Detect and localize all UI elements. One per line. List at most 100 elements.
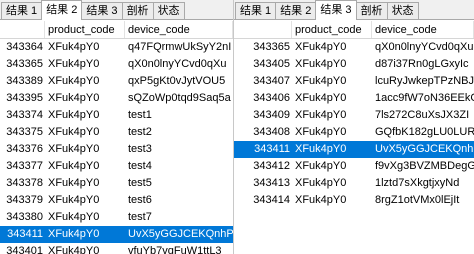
- table-row[interactable]: 343401 XFuk4pY0 vfuYb7vqFuW1ttL3: [0, 243, 233, 254]
- device-code-cell[interactable]: q47FQrmwUkSyY2nI: [125, 39, 233, 56]
- column-header-product-code[interactable]: product_code: [45, 21, 125, 38]
- product-code-cell[interactable]: XFuk4pY0: [292, 141, 372, 158]
- row-id-cell[interactable]: 343409: [234, 107, 292, 124]
- table-row[interactable]: 343409 XFuk4pY0 7ls272C8uXsJX3ZI: [234, 107, 474, 124]
- row-id-cell[interactable]: 343411: [234, 141, 292, 158]
- table-row[interactable]: 343376 XFuk4pY0 test3: [0, 141, 233, 158]
- device-code-cell[interactable]: test1: [125, 107, 233, 124]
- row-id-cell[interactable]: 343408: [234, 124, 292, 141]
- tab-result-3[interactable]: 剖析: [355, 2, 388, 19]
- table-row[interactable]: 343406 XFuk4pY0 1acc9fW7oN36EEkG: [234, 90, 474, 107]
- device-code-cell[interactable]: lcuRyJwkepTPzNBJ: [372, 73, 474, 90]
- device-code-cell[interactable]: test5: [125, 175, 233, 192]
- product-code-cell[interactable]: XFuk4pY0: [292, 90, 372, 107]
- tab-result-1[interactable]: 结果 2: [41, 0, 83, 20]
- product-code-cell[interactable]: XFuk4pY0: [45, 73, 125, 90]
- row-id-cell[interactable]: 343376: [0, 141, 45, 158]
- tab-result-2[interactable]: 结果 3: [81, 2, 123, 19]
- product-code-cell[interactable]: XFuk4pY0: [45, 39, 125, 56]
- row-id-cell[interactable]: 343411: [0, 226, 45, 243]
- device-code-cell[interactable]: qxP5gKt0vJytVOU5: [125, 73, 233, 90]
- device-code-cell[interactable]: 8rgZ1otVMx0lEjIt: [372, 192, 474, 209]
- table-row[interactable]: 343411XFuk4pY0UvX5yGGJCEKQnhPq: [234, 141, 474, 158]
- device-code-cell[interactable]: d87i37Rn0gLGxyIc: [372, 56, 474, 73]
- column-header-device-code[interactable]: device_code: [372, 21, 474, 38]
- table-row[interactable]: 343364 XFuk4pY0 q47FQrmwUkSyY2nI: [0, 39, 233, 56]
- product-code-cell[interactable]: XFuk4pY0: [45, 192, 125, 209]
- row-id-cell[interactable]: 343407: [234, 73, 292, 90]
- device-code-cell[interactable]: test6: [125, 192, 233, 209]
- column-header-row-id[interactable]: [0, 21, 45, 38]
- product-code-cell[interactable]: XFuk4pY0: [45, 243, 125, 254]
- table-row[interactable]: 343412 XFuk4pY0 f9vXg3BVZMBDegGX: [234, 158, 474, 175]
- product-code-cell[interactable]: XFuk4pY0: [292, 73, 372, 90]
- device-code-cell[interactable]: 1acc9fW7oN36EEkG: [372, 90, 474, 107]
- product-code-cell[interactable]: XFuk4pY0: [292, 124, 372, 141]
- device-code-cell[interactable]: test2: [125, 124, 233, 141]
- device-code-cell[interactable]: sQZoWp0tqd9Saq5a: [125, 90, 233, 107]
- row-id-cell[interactable]: 343405: [234, 56, 292, 73]
- row-id-cell[interactable]: 343378: [0, 175, 45, 192]
- product-code-cell[interactable]: XFuk4pY0: [45, 90, 125, 107]
- row-id-cell[interactable]: 343375: [0, 124, 45, 141]
- row-id-cell[interactable]: 343365: [234, 39, 292, 56]
- table-row[interactable]: 343380 XFuk4pY0 test7: [0, 209, 233, 226]
- tab-result-1[interactable]: 结果 2: [275, 2, 317, 19]
- device-code-cell[interactable]: qX0n0lnyYCvd0qXu: [372, 39, 474, 56]
- device-code-cell[interactable]: test7: [125, 209, 233, 226]
- product-code-cell[interactable]: XFuk4pY0: [292, 107, 372, 124]
- product-code-cell[interactable]: XFuk4pY0: [45, 124, 125, 141]
- table-row[interactable]: 343377 XFuk4pY0 test4: [0, 158, 233, 175]
- row-id-cell[interactable]: 343364: [0, 39, 45, 56]
- table-row[interactable]: 343405 XFuk4pY0 d87i37Rn0gLGxyIc: [234, 56, 474, 73]
- tab-result-2[interactable]: 结果 3: [315, 0, 357, 20]
- product-code-cell[interactable]: XFuk4pY0: [45, 141, 125, 158]
- row-id-cell[interactable]: 343414: [234, 192, 292, 209]
- device-code-cell[interactable]: UvX5yGGJCEKQnhPq: [125, 226, 233, 243]
- product-code-cell[interactable]: XFuk4pY0: [292, 158, 372, 175]
- row-id-cell[interactable]: 343380: [0, 209, 45, 226]
- product-code-cell[interactable]: XFuk4pY0: [292, 175, 372, 192]
- tab-result-0[interactable]: 结果 1: [1, 2, 43, 19]
- device-code-cell[interactable]: vfuYb7vqFuW1ttL3: [125, 243, 233, 254]
- row-id-cell[interactable]: 343389: [0, 73, 45, 90]
- product-code-cell[interactable]: XFuk4pY0: [45, 158, 125, 175]
- product-code-cell[interactable]: XFuk4pY0: [292, 56, 372, 73]
- table-row[interactable]: 343365 XFuk4pY0 qX0n0lnyYCvd0qXu: [234, 39, 474, 56]
- row-id-cell[interactable]: 343413: [234, 175, 292, 192]
- column-header-product-code[interactable]: product_code: [292, 21, 372, 38]
- row-id-cell[interactable]: 343379: [0, 192, 45, 209]
- table-row[interactable]: 343411XFuk4pY0UvX5yGGJCEKQnhPq: [0, 226, 233, 243]
- device-code-cell[interactable]: test4: [125, 158, 233, 175]
- table-row[interactable]: 343378 XFuk4pY0 test5: [0, 175, 233, 192]
- device-code-cell[interactable]: qX0n0lnyYCvd0qXu: [125, 56, 233, 73]
- device-code-cell[interactable]: f9vXg3BVZMBDegGX: [372, 158, 474, 175]
- device-code-cell[interactable]: 7ls272C8uXsJX3ZI: [372, 107, 474, 124]
- table-row[interactable]: 343374 XFuk4pY0 test1: [0, 107, 233, 124]
- device-code-cell[interactable]: GQfbK182gLU0LURy: [372, 124, 474, 141]
- tab-result-0[interactable]: 结果 1: [235, 2, 277, 19]
- device-code-cell[interactable]: test3: [125, 141, 233, 158]
- tab-result-4[interactable]: 状态: [152, 2, 185, 19]
- row-id-cell[interactable]: 343377: [0, 158, 45, 175]
- table-row[interactable]: 343375 XFuk4pY0 test2: [0, 124, 233, 141]
- row-id-cell[interactable]: 343401: [0, 243, 45, 254]
- product-code-cell[interactable]: XFuk4pY0: [45, 209, 125, 226]
- column-header-row-id[interactable]: [234, 21, 292, 38]
- product-code-cell[interactable]: XFuk4pY0: [292, 192, 372, 209]
- table-row[interactable]: 343365 XFuk4pY0 qX0n0lnyYCvd0qXu: [0, 56, 233, 73]
- device-code-cell[interactable]: 1lztd7sXkgtjxyNd: [372, 175, 474, 192]
- row-id-cell[interactable]: 343412: [234, 158, 292, 175]
- product-code-cell[interactable]: XFuk4pY0: [45, 226, 125, 243]
- table-row[interactable]: 343379 XFuk4pY0 test6: [0, 192, 233, 209]
- product-code-cell[interactable]: XFuk4pY0: [45, 107, 125, 124]
- column-header-device-code[interactable]: device_code: [125, 21, 233, 38]
- table-row[interactable]: 343389 XFuk4pY0 qxP5gKt0vJytVOU5: [0, 73, 233, 90]
- tab-result-3[interactable]: 剖析: [121, 2, 154, 19]
- tab-result-4[interactable]: 状态: [386, 2, 419, 19]
- row-id-cell[interactable]: 343395: [0, 90, 45, 107]
- device-code-cell[interactable]: UvX5yGGJCEKQnhPq: [372, 141, 474, 158]
- row-id-cell[interactable]: 343374: [0, 107, 45, 124]
- table-row[interactable]: 343407 XFuk4pY0 lcuRyJwkepTPzNBJ: [234, 73, 474, 90]
- table-row[interactable]: 343413 XFuk4pY0 1lztd7sXkgtjxyNd: [234, 175, 474, 192]
